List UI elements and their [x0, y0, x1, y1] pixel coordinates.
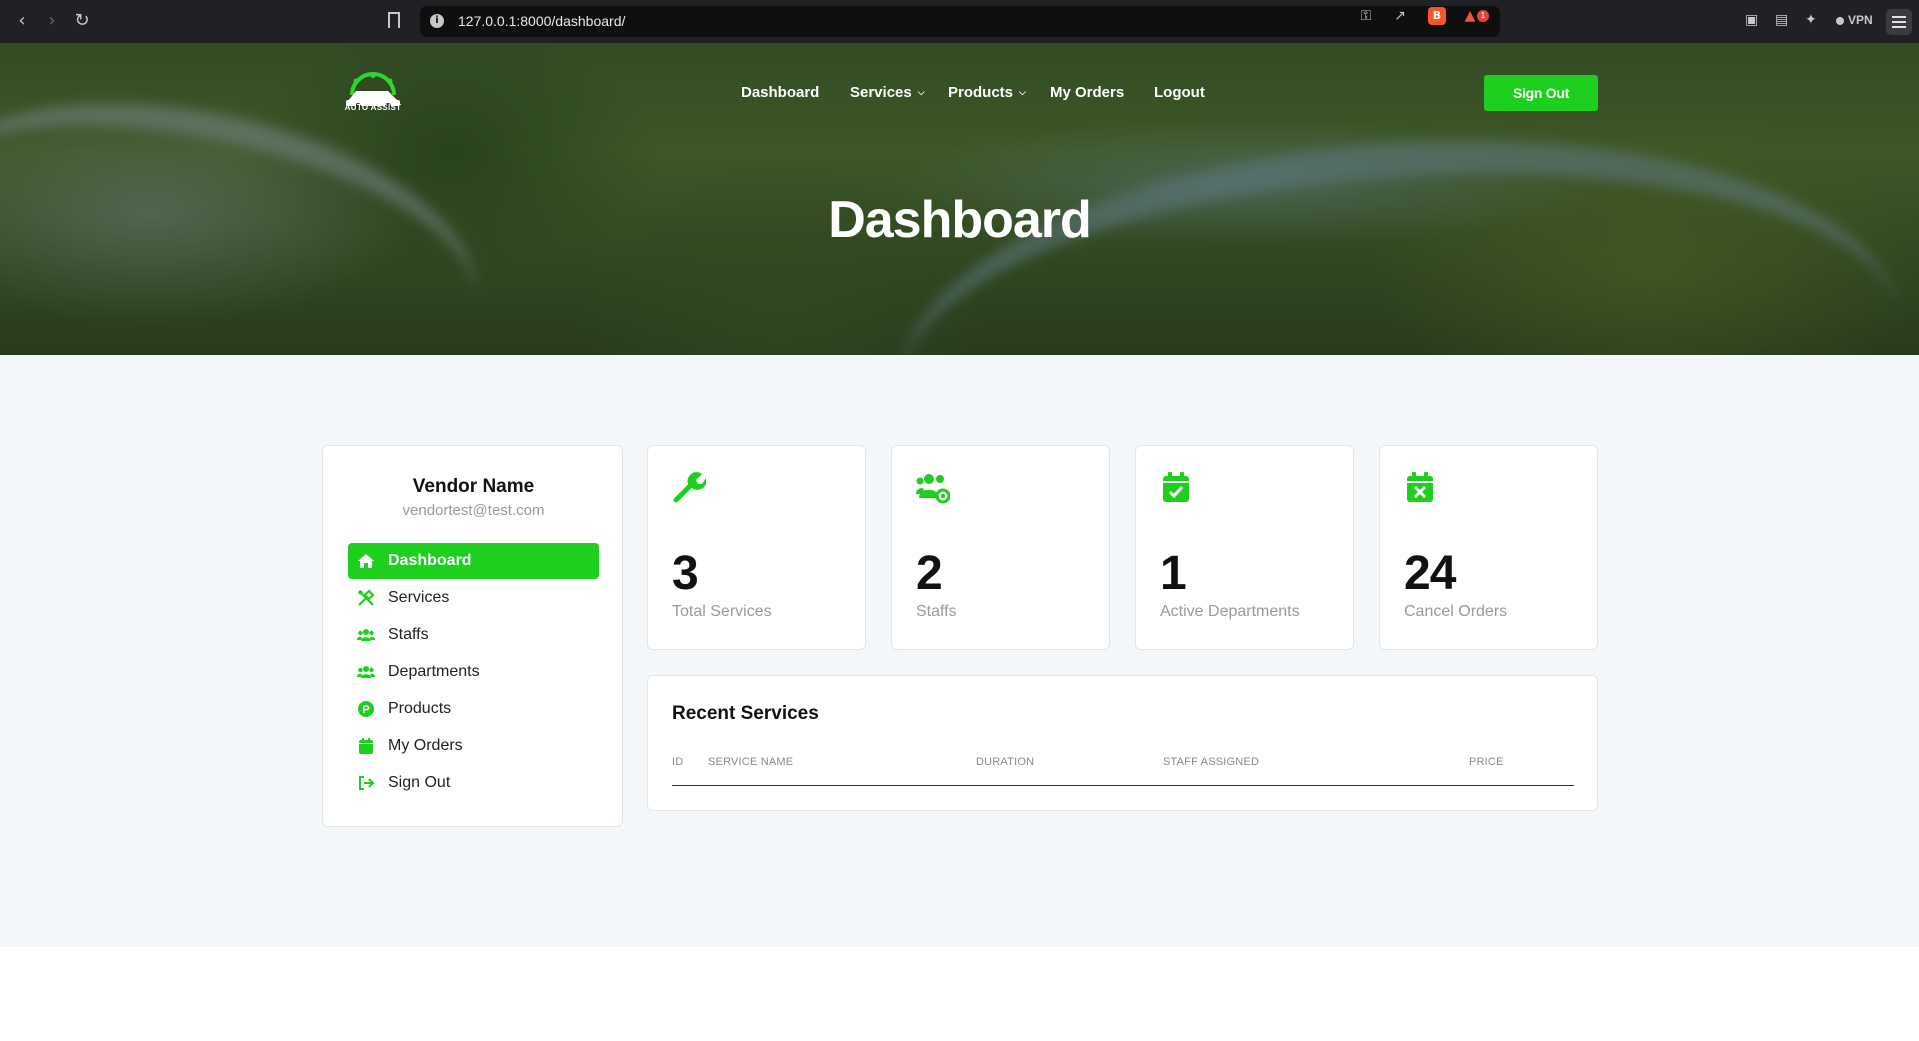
- calendar-icon: [359, 738, 373, 754]
- vendor-name: Vendor Name: [412, 476, 535, 497]
- nav-logout[interactable]: Logout: [1154, 84, 1205, 101]
- nav-dashboard[interactable]: Dashboard: [741, 84, 819, 101]
- browser-menu-button[interactable]: [1886, 9, 1912, 35]
- stat-card-active-departments: 1 Active Departments: [1135, 445, 1354, 650]
- sidebar-item-my-orders[interactable]: My Orders: [348, 728, 599, 764]
- sidebar-item-label: My Orders: [388, 737, 463, 754]
- bookmark-icon[interactable]: [388, 12, 400, 28]
- recent-services-title: Recent Services: [672, 703, 819, 724]
- nav-products[interactable]: Products ⌵: [948, 84, 1026, 101]
- nav-services[interactable]: Services ⌵: [850, 84, 925, 101]
- svg-text:P: P: [362, 704, 369, 716]
- page-title: Dashboard: [828, 191, 1092, 249]
- stat-label: Total Services: [672, 603, 772, 620]
- sidebar-item-label: Services: [388, 589, 450, 606]
- column-header-price: PRICE: [1469, 756, 1504, 768]
- sidebar-item-label: Products: [388, 700, 452, 717]
- sidebar-item-label: Dashboard: [388, 552, 472, 569]
- stat-card-staffs: 2 Staffs: [891, 445, 1110, 650]
- reload-icon[interactable]: ↻: [71, 10, 93, 32]
- stat-card-total-services: 3 Total Services: [647, 445, 866, 650]
- logo-text: AUTO ASSIST: [344, 103, 402, 112]
- recent-services-card: Recent Services ID SERVICE NAME DURATION…: [647, 675, 1598, 811]
- stat-label: Cancel Orders: [1404, 603, 1508, 620]
- wallet-icon[interactable]: ▤: [1775, 12, 1788, 28]
- chevron-down-icon: ⌵: [1019, 87, 1026, 97]
- vpn-status-icon: [1836, 17, 1844, 25]
- brave-shield-icon[interactable]: B: [1428, 7, 1446, 25]
- sidebar-item-label: Staffs: [388, 626, 429, 643]
- sign-out-button[interactable]: Sign Out: [1484, 75, 1598, 111]
- share-icon[interactable]: ↗: [1391, 7, 1409, 25]
- users-gear-icon: [916, 474, 950, 504]
- sidebar-toggle-icon[interactable]: ▣: [1745, 12, 1758, 28]
- sidebar-item-departments[interactable]: Departments: [348, 654, 599, 690]
- users-icon: [357, 629, 375, 641]
- sidebar-item-products[interactable]: P Products: [348, 691, 599, 727]
- vendor-email: vendortest@test.com: [402, 502, 545, 519]
- tools-icon: [358, 589, 375, 606]
- profile-sidebar-card: Vendor Name vendortest@test.com Dashboar…: [322, 445, 623, 827]
- column-header-duration: DURATION: [976, 756, 1035, 768]
- forward-icon[interactable]: ›: [41, 10, 63, 32]
- calendar-x-icon: [1407, 472, 1433, 502]
- sidebar-item-dashboard[interactable]: Dashboard: [348, 543, 599, 579]
- sidebar-item-label: Sign Out: [388, 774, 451, 791]
- leo-ai-icon[interactable]: ✦: [1805, 12, 1817, 28]
- back-icon[interactable]: ‹: [11, 10, 33, 32]
- notification-badge: 1: [1477, 10, 1489, 22]
- table-header-divider: [672, 785, 1574, 786]
- browser-toolbar: ‹ › ↻ i 127.0.0.1:8000/dashboard/ ⚿ ↗ B …: [0, 0, 1919, 43]
- footer-area: [0, 947, 1919, 1041]
- stat-value: 24: [1404, 547, 1456, 600]
- main-content: [0, 355, 1919, 947]
- stat-value: 1: [1160, 547, 1187, 600]
- chevron-down-icon: ⌵: [917, 87, 925, 97]
- nav-products-label: Products: [948, 84, 1014, 101]
- site-info-icon[interactable]: i: [430, 14, 444, 28]
- stat-card-cancel-orders: 24 Cancel Orders: [1379, 445, 1598, 650]
- product-icon: P: [358, 701, 374, 717]
- nav-services-label: Services: [850, 84, 912, 101]
- vpn-button[interactable]: VPN: [1848, 13, 1873, 27]
- stat-value: 2: [916, 547, 943, 600]
- stat-value: 3: [672, 547, 699, 600]
- column-header-service-name: SERVICE NAME: [708, 756, 794, 768]
- nav-my-orders[interactable]: My Orders: [1050, 84, 1124, 101]
- column-header-id: ID: [672, 756, 684, 768]
- sign-out-icon: [359, 776, 375, 790]
- calendar-check-icon: [1163, 472, 1189, 502]
- users-icon: [357, 666, 375, 678]
- sidebar-item-staffs[interactable]: Staffs: [348, 617, 599, 653]
- key-icon[interactable]: ⚿: [1357, 7, 1375, 25]
- column-header-staff-assigned: STAFF ASSIGNED: [1163, 756, 1260, 768]
- address-bar[interactable]: i 127.0.0.1:8000/dashboard/: [420, 6, 1500, 37]
- sidebar-item-services[interactable]: Services: [348, 580, 599, 616]
- url-text[interactable]: 127.0.0.1:8000/dashboard/: [458, 13, 625, 29]
- sidebar-item-sign-out[interactable]: Sign Out: [348, 765, 599, 801]
- home-icon: [358, 554, 374, 568]
- wrench-icon: [673, 472, 706, 503]
- stat-label: Staffs: [916, 603, 957, 620]
- stat-label: Active Departments: [1160, 603, 1300, 620]
- sidebar-item-label: Departments: [388, 663, 480, 680]
